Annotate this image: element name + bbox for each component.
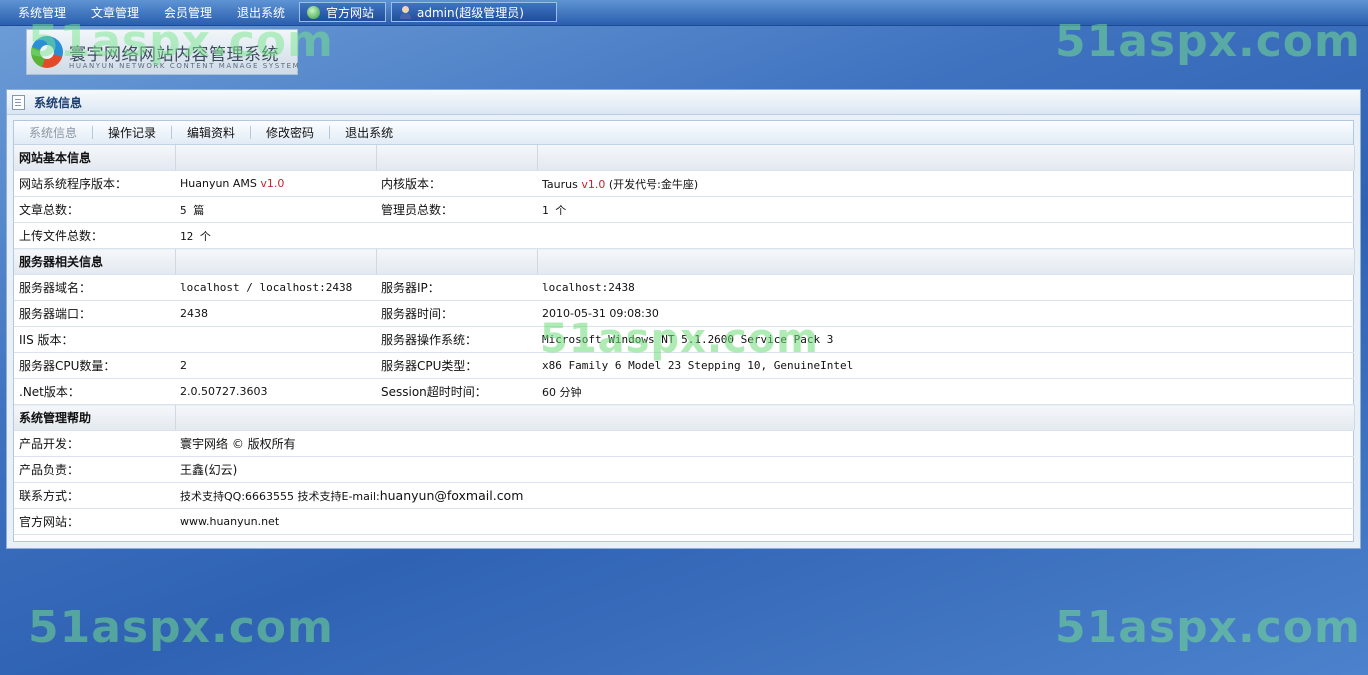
watermark: 51aspx.com <box>540 316 819 362</box>
iis-version-label: IIS 版本： <box>14 326 175 353</box>
tab-edit-profile[interactable]: 编辑资料 <box>172 124 250 141</box>
developer-value: 寰宇网络 © 版权所有 <box>175 430 1354 457</box>
contact-label: 联系方式： <box>14 482 175 509</box>
developer-label: 产品开发： <box>14 430 175 457</box>
contact-value: 技术支持QQ:6663555 技术支持E-mail:huanyun@foxmai… <box>175 482 1354 509</box>
cpu-count-label: 服务器CPU数量： <box>14 352 175 379</box>
upload-total-value: 12 个 <box>175 222 376 249</box>
owner-value: 王鑫(幻云) <box>175 456 1354 483</box>
official-site-link[interactable]: www.huanyun.net <box>175 508 1354 535</box>
cpu-type-label: 服务器CPU类型： <box>376 352 537 379</box>
admin-total-value: 1 个 <box>537 196 1354 223</box>
panel-header: 系统信息 <box>7 90 1360 115</box>
upload-total-label: 上传文件总数： <box>14 222 175 249</box>
table-row: 产品开发： 寰宇网络 © 版权所有 <box>14 430 1354 457</box>
watermark: 51aspx.com <box>28 602 334 653</box>
owner-label: 产品负责： <box>14 456 175 483</box>
tab-change-password[interactable]: 修改密码 <box>251 124 329 141</box>
current-user-button[interactable]: admin(超级管理员) <box>391 2 557 22</box>
program-version-value: Huanyun AMS v1.0 <box>175 170 376 197</box>
server-port-label: 服务器端口： <box>14 300 175 327</box>
iis-version-value <box>175 326 376 353</box>
server-ip-value: localhost:2438 <box>537 274 1354 301</box>
section-header-row: 系统管理帮助 <box>14 404 1355 431</box>
tab-operation-log[interactable]: 操作记录 <box>93 124 171 141</box>
tab-logout[interactable]: 退出系统 <box>330 124 408 141</box>
panel-title: 系统信息 <box>34 95 83 110</box>
watermark: 51aspx.com <box>28 16 334 67</box>
net-version-value: 2.0.50727.3603 <box>175 378 376 405</box>
section-title: 网站基本信息 <box>14 145 176 171</box>
server-port-value: 2438 <box>175 300 376 327</box>
article-total-value: 5 篇 <box>175 196 376 223</box>
server-domain-value: localhost / localhost:2438 <box>175 274 376 301</box>
kernel-version-label: 内核版本： <box>376 170 537 197</box>
tab-system-info[interactable]: 系统信息 <box>14 124 92 141</box>
section-title: 服务器相关信息 <box>14 248 176 275</box>
watermark: 51aspx.com <box>1055 16 1361 67</box>
table-row: 官方网站： www.huanyun.net <box>14 508 1354 535</box>
section-header-row: 网站基本信息 <box>14 145 1355 171</box>
table-row: .Net版本： 2.0.50727.3603 Session超时时间： 60 分… <box>14 378 1354 405</box>
server-domain-label: 服务器域名： <box>14 274 175 301</box>
watermark: 51aspx.com <box>1055 602 1361 653</box>
session-timeout-value: 60 分钟 <box>537 378 1354 405</box>
user-icon <box>399 5 412 19</box>
kernel-version-value: Taurus v1.0 (开发代号:金牛座) <box>537 170 1354 197</box>
document-icon <box>12 94 25 110</box>
table-row: 服务器域名： localhost / localhost:2438 服务器IP：… <box>14 274 1354 301</box>
table-row: 网站系统程序版本： Huanyun AMS v1.0 内核版本： Taurus … <box>14 170 1354 197</box>
net-version-label: .Net版本： <box>14 378 175 405</box>
server-ip-label: 服务器IP： <box>376 274 537 301</box>
support-email-link[interactable]: huanyun@foxmail.com <box>380 488 524 503</box>
section-title: 系统管理帮助 <box>14 404 176 431</box>
session-timeout-label: Session超时时间： <box>376 378 537 405</box>
server-time-label: 服务器时间： <box>376 300 537 327</box>
table-row: 文章总数： 5 篇 管理员总数： 1 个 <box>14 196 1354 223</box>
table-row: 上传文件总数： 12 个 <box>14 222 1354 249</box>
cpu-count-value: 2 <box>175 352 376 379</box>
section-header-row: 服务器相关信息 <box>14 248 1355 275</box>
table-row: 联系方式： 技术支持QQ:6663555 技术支持E-mail:huanyun@… <box>14 482 1354 509</box>
sub-tab-bar: 系统信息 操作记录 编辑资料 修改密码 退出系统 <box>14 121 1353 145</box>
server-os-label: 服务器操作系统： <box>376 326 537 353</box>
official-site-row-label: 官方网站： <box>14 508 175 535</box>
admin-total-label: 管理员总数： <box>376 196 537 223</box>
table-row: 产品负责： 王鑫(幻云) <box>14 456 1354 483</box>
article-total-label: 文章总数： <box>14 196 175 223</box>
program-version-label: 网站系统程序版本： <box>14 170 175 197</box>
current-user-label: admin(超级管理员) <box>417 5 524 20</box>
